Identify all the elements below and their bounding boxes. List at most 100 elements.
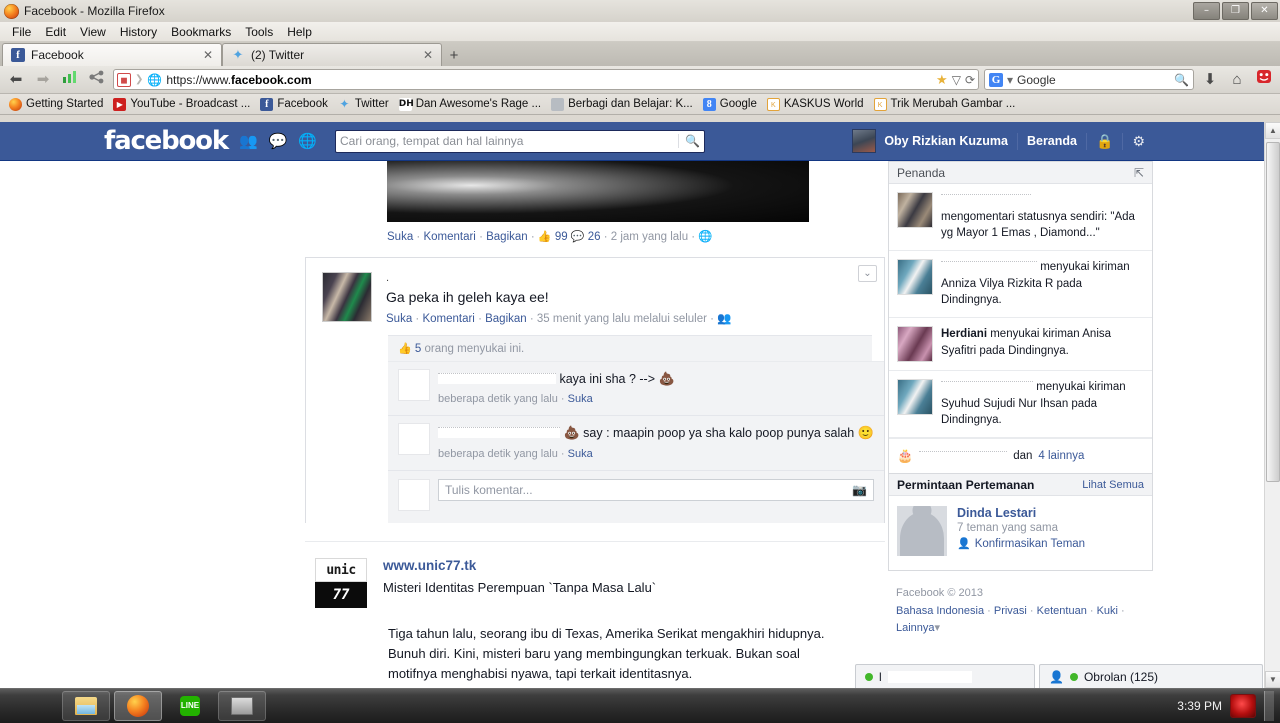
maximize-button[interactable]: ❐ bbox=[1222, 2, 1249, 20]
menu-file[interactable]: File bbox=[6, 24, 37, 40]
close-icon[interactable]: ✕ bbox=[203, 48, 213, 62]
url-bar[interactable]: ◼ ❯ 🌐 https://www.facebook.com ★ ▽ ⟳ bbox=[113, 69, 979, 90]
chat-list-toggle[interactable]: 👤 Obrolan (125) bbox=[1039, 664, 1263, 688]
collapse-ticker-icon[interactable]: ⇱ bbox=[1134, 166, 1144, 180]
bookmark-facebook[interactable]: f Facebook bbox=[256, 95, 332, 114]
friend-name[interactable]: Dinda Lestari bbox=[957, 506, 1144, 520]
url-input[interactable]: https://www.facebook.com bbox=[166, 73, 932, 87]
bookmark-star-icon[interactable]: ★ bbox=[936, 72, 948, 88]
menu-edit[interactable]: Edit bbox=[39, 24, 72, 40]
bookmark-twitter[interactable]: ✦ Twitter bbox=[334, 95, 393, 114]
ticker-item[interactable]: Herdiani menyukai kiriman Anisa Syafitri… bbox=[889, 318, 1152, 372]
like-count[interactable]: 99 bbox=[555, 231, 568, 243]
avatar[interactable] bbox=[398, 423, 430, 456]
scroll-up-button[interactable]: ▲ bbox=[1265, 122, 1280, 139]
confirm-friend-button[interactable]: 👤 Konfirmasikan Teman bbox=[957, 537, 1144, 551]
avatar[interactable] bbox=[897, 326, 933, 363]
avatar[interactable] bbox=[897, 379, 933, 416]
facebook-search-box[interactable]: Cari orang, tempat dan hal lainnya 🔍 bbox=[335, 129, 705, 153]
home-icon[interactable]: ⌂ bbox=[1226, 69, 1248, 91]
clock[interactable]: 3:39 PM bbox=[1177, 699, 1222, 713]
avatar[interactable] bbox=[897, 259, 933, 296]
link-thumbnail[interactable]: unic 77 bbox=[315, 557, 367, 608]
tray-app-icon[interactable] bbox=[1230, 694, 1256, 718]
comment-like-link[interactable]: Suka bbox=[568, 393, 593, 405]
ticker-item[interactable]: mengomentari statusnya sendiri: "Ada yg … bbox=[889, 184, 1152, 252]
search-input[interactable]: Cari orang, tempat dan hal lainnya bbox=[340, 134, 678, 148]
avatar[interactable] bbox=[897, 506, 947, 557]
site-identity-icon[interactable]: ◼ bbox=[117, 72, 131, 87]
back-icon[interactable]: ⬅ bbox=[5, 69, 27, 91]
chevron-down-icon[interactable]: ⌄ bbox=[858, 265, 877, 282]
avatar[interactable] bbox=[322, 272, 372, 322]
search-bar[interactable]: G ▾ Google 🔍 bbox=[984, 69, 1194, 90]
comment-input[interactable]: Tulis komentar... 📷 bbox=[438, 478, 874, 501]
home-link[interactable]: Beranda bbox=[1018, 134, 1086, 148]
addon-smiley-icon[interactable] bbox=[1253, 69, 1275, 91]
like-link[interactable]: Suka bbox=[387, 231, 413, 243]
tab-twitter[interactable]: ✦ (2) Twitter ✕ bbox=[222, 43, 442, 66]
share-link[interactable]: Bagikan bbox=[486, 231, 528, 243]
close-icon[interactable]: ✕ bbox=[423, 48, 433, 62]
bookmark-berbagi[interactable]: Berbagi dan Belajar: K... bbox=[547, 95, 697, 114]
footer-link-language[interactable]: Bahasa Indonesia bbox=[896, 605, 984, 617]
ticker-item[interactable]: menyukai kiriman Syuhud Sujudi Nur Ihsan… bbox=[889, 371, 1152, 439]
gear-icon[interactable]: ⚙ bbox=[1123, 133, 1154, 150]
new-tab-button[interactable]: + bbox=[442, 46, 466, 66]
taskbar-item-firefox[interactable] bbox=[114, 691, 162, 721]
minimize-button[interactable]: – bbox=[1193, 2, 1220, 20]
avatar[interactable] bbox=[852, 129, 877, 153]
chevron-down-icon[interactable]: ▾ bbox=[1007, 73, 1013, 87]
see-all-link[interactable]: Lihat Semua bbox=[1082, 479, 1144, 491]
post-time[interactable]: 2 jam yang lalu bbox=[611, 231, 688, 243]
footer-link-more[interactable]: Lainnya bbox=[896, 622, 935, 634]
post-time[interactable]: 35 menit yang lalu melalui seluler bbox=[537, 313, 707, 325]
bookmark-trik[interactable]: K Trik Merubah Gambar ... bbox=[870, 95, 1020, 114]
chevron-down-icon[interactable]: ▾ bbox=[935, 622, 941, 634]
avatar[interactable] bbox=[897, 192, 933, 228]
taskbar-item-screenshot[interactable] bbox=[218, 691, 266, 721]
menu-tools[interactable]: Tools bbox=[239, 24, 279, 40]
menu-help[interactable]: Help bbox=[281, 24, 318, 40]
like-link[interactable]: Suka bbox=[386, 313, 412, 325]
ticker-actor[interactable]: Herdiani bbox=[941, 328, 987, 340]
footer-link-cookies[interactable]: Kuki bbox=[1097, 605, 1118, 617]
user-name[interactable]: Oby Rizkian Kuzuma bbox=[884, 134, 1017, 148]
taskbar-item-explorer[interactable] bbox=[62, 691, 110, 721]
comment-input-placeholder[interactable]: Tulis komentar... bbox=[445, 483, 852, 497]
comment-link[interactable]: Komentari bbox=[423, 231, 475, 243]
download-icon[interactable]: ⬇ bbox=[1199, 69, 1221, 91]
search-icon[interactable]: 🔍 bbox=[678, 134, 700, 148]
ticker-footer[interactable]: 🎂 dan 4 lainnya bbox=[889, 438, 1152, 473]
ticker-item[interactable]: menyukai kiriman Anniza Vilya Rizkita R … bbox=[889, 251, 1152, 319]
scrollbar-thumb[interactable] bbox=[1266, 142, 1280, 482]
comment-count[interactable]: 26 bbox=[588, 231, 601, 243]
taskbar-item-line[interactable]: LINE bbox=[166, 691, 214, 721]
bookmark-youtube[interactable]: ▶ YouTube - Broadcast ... bbox=[109, 95, 254, 114]
avatar[interactable] bbox=[398, 369, 430, 401]
bookmark-rage[interactable]: DH Dan Awesome's Rage ... bbox=[395, 95, 545, 114]
menu-bookmarks[interactable]: Bookmarks bbox=[165, 24, 237, 40]
menu-history[interactable]: History bbox=[114, 24, 163, 40]
forward-icon[interactable]: ➡ bbox=[32, 69, 54, 91]
bookmark-google[interactable]: 8 Google bbox=[699, 95, 761, 114]
facebook-logo[interactable]: facebook bbox=[104, 126, 229, 156]
reload-icon[interactable]: ⟳ bbox=[965, 73, 975, 87]
stats-addon-icon[interactable] bbox=[59, 69, 81, 91]
link-url[interactable]: www.unic77.tk bbox=[383, 558, 885, 573]
bookmark-kaskus[interactable]: K KASKUS World bbox=[763, 95, 868, 114]
messages-icon[interactable]: 💬 bbox=[269, 132, 288, 150]
share-link[interactable]: Bagikan bbox=[485, 313, 527, 325]
friend-requests-icon[interactable]: 👥 bbox=[239, 132, 258, 150]
google-icon[interactable]: G bbox=[989, 72, 1003, 87]
share-addon-icon[interactable] bbox=[86, 69, 108, 91]
magnifier-icon[interactable]: 🔍 bbox=[1174, 73, 1189, 87]
show-desktop-button[interactable] bbox=[1264, 691, 1274, 721]
camera-icon[interactable]: 📷 bbox=[852, 483, 867, 497]
comment-like-link[interactable]: Suka bbox=[568, 448, 593, 460]
page-scrollbar[interactable]: ▲ ▼ bbox=[1264, 122, 1280, 688]
comment-link[interactable]: Komentari bbox=[422, 313, 474, 325]
bookmark-getting-started[interactable]: Getting Started bbox=[5, 95, 107, 114]
avatar[interactable] bbox=[398, 478, 430, 511]
menu-view[interactable]: View bbox=[74, 24, 112, 40]
